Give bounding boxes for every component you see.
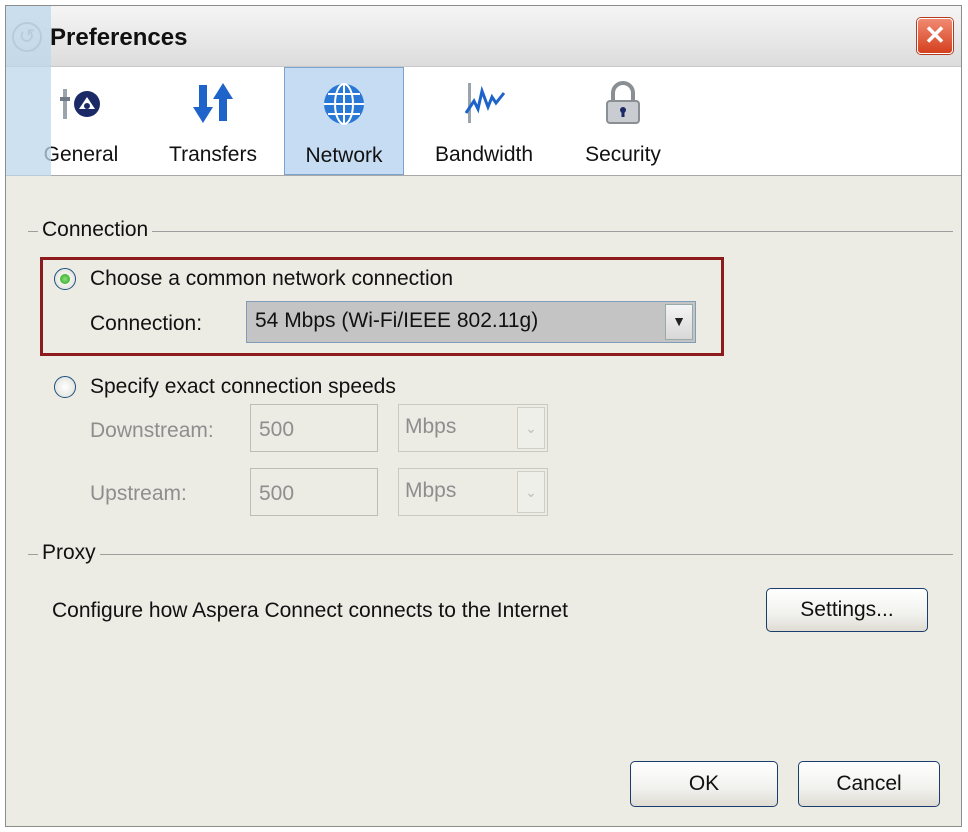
- connection-group-line: [28, 231, 953, 232]
- tab-label: Transfers: [169, 143, 257, 166]
- proxy-group-title: Proxy: [38, 541, 100, 565]
- padlock-icon: [606, 81, 640, 124]
- chevron-down-icon[interactable]: ▼: [665, 304, 693, 340]
- window-title: Preferences: [50, 24, 188, 51]
- upstream-unit-select[interactable]: Mbps ⌄: [398, 468, 548, 516]
- bandwidth-graph-icon: [464, 83, 506, 123]
- proxy-settings-button[interactable]: Settings...: [766, 588, 928, 632]
- cancel-button[interactable]: Cancel: [798, 761, 940, 807]
- exact-speed-radio[interactable]: [54, 376, 76, 398]
- ok-button-label: OK: [688, 772, 720, 795]
- common-connection-radio[interactable]: [54, 268, 76, 290]
- proxy-description: Configure how Aspera Connect connects to…: [52, 599, 568, 622]
- upstream-value: 500: [259, 482, 295, 505]
- general-settings-icon: [60, 89, 100, 119]
- downstream-unit-value: Mbps: [405, 415, 457, 438]
- chevron-down-icon[interactable]: ⌄: [517, 471, 545, 513]
- tab-label: Bandwidth: [434, 143, 534, 166]
- ok-button[interactable]: OK: [630, 761, 778, 807]
- upstream-unit-value: Mbps: [405, 479, 457, 502]
- proxy-group-line: [28, 554, 953, 555]
- tab-security[interactable]: Security: [568, 67, 678, 175]
- globe-icon: [324, 83, 364, 125]
- preferences-window: ↺ Preferences ✕ General Tra: [5, 5, 962, 827]
- title-bar[interactable]: ↺ Preferences ✕: [6, 6, 961, 67]
- downstream-value: 500: [259, 418, 295, 441]
- connection-label: Connection:: [90, 312, 203, 335]
- downstream-label: Downstream:: [90, 419, 214, 442]
- common-connection-label[interactable]: Choose a common network connection: [90, 267, 453, 291]
- close-icon: ✕: [924, 20, 946, 50]
- tab-label: Network: [305, 144, 383, 167]
- upstream-input[interactable]: 500: [250, 468, 378, 516]
- exact-speed-label[interactable]: Specify exact connection speeds: [90, 375, 396, 399]
- chevron-down-icon[interactable]: ⌄: [517, 407, 545, 449]
- connection-select[interactable]: 54 Mbps (Wi-Fi/IEEE 802.11g) ▼: [246, 301, 696, 343]
- radio-selected-dot: [60, 274, 70, 284]
- tab-transfers[interactable]: Transfers: [158, 67, 268, 175]
- close-button[interactable]: ✕: [917, 18, 953, 54]
- settings-button-label: Settings...: [800, 598, 894, 621]
- downstream-input[interactable]: 500: [250, 404, 378, 452]
- tab-label: Security: [585, 143, 661, 166]
- preferences-toolbar: General Transfers Network Bandwidth Secu…: [6, 67, 961, 176]
- tab-network[interactable]: Network: [284, 67, 404, 175]
- connection-group-title: Connection: [38, 218, 153, 242]
- tab-bandwidth[interactable]: Bandwidth: [424, 67, 544, 175]
- downstream-unit-select[interactable]: Mbps ⌄: [398, 404, 548, 452]
- transfer-arrows-icon: [193, 83, 233, 123]
- cancel-button-label: Cancel: [836, 772, 902, 795]
- network-panel: Connection Choose a common network conne…: [6, 176, 961, 826]
- focus-highlight: [6, 6, 51, 176]
- upstream-label: Upstream:: [90, 482, 187, 505]
- connection-select-value: 54 Mbps (Wi-Fi/IEEE 802.11g): [255, 309, 539, 332]
